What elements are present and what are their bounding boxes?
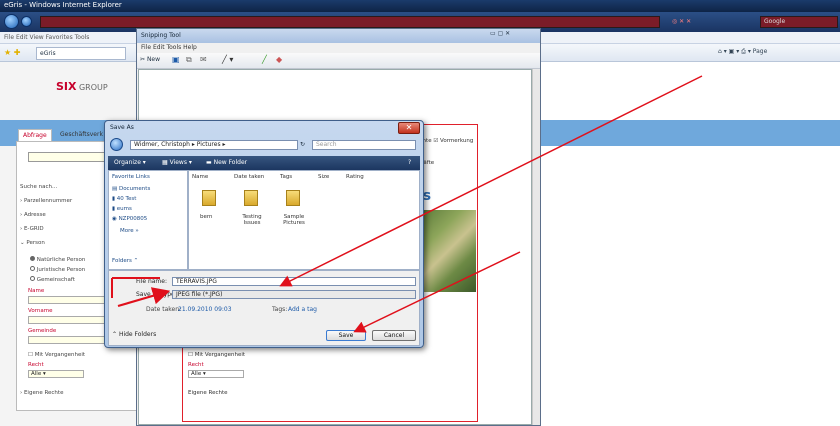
annotation-arrows: [111, 75, 703, 333]
